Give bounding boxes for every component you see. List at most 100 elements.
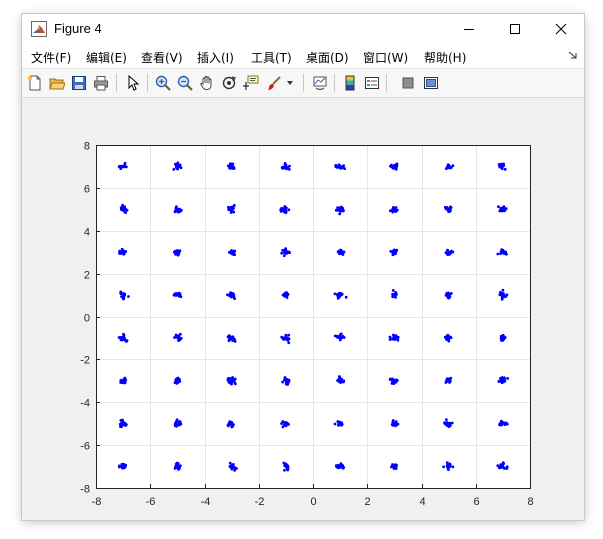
toolbar-separator: [334, 74, 335, 92]
data-point: [499, 162, 502, 166]
data-point: [333, 334, 337, 338]
data-point: [499, 250, 503, 254]
data-point: [450, 421, 454, 425]
menu-expand-arrow-icon[interactable]: [568, 50, 578, 60]
data-point: [122, 334, 126, 337]
data-point: [500, 206, 504, 210]
data-point: [174, 333, 178, 337]
x-tick-label: 6: [473, 496, 479, 508]
data-point: [448, 335, 452, 339]
pointer-button[interactable]: [123, 73, 143, 93]
data-point: [396, 335, 400, 339]
data-point: [337, 291, 341, 295]
x-tick-label: 8: [527, 496, 533, 508]
data-point: [341, 253, 345, 256]
brush-dropdown[interactable]: [284, 73, 296, 93]
menu-tools[interactable]: 工具(T): [251, 49, 292, 66]
menu-insert[interactable]: 插入(I): [197, 49, 234, 66]
menu-edit[interactable]: 编辑(E): [86, 49, 127, 66]
x-tick-label: 4: [419, 496, 425, 508]
data-point: [395, 379, 399, 382]
data-point: [394, 465, 398, 469]
data-point: [232, 167, 236, 170]
data-point: [339, 332, 343, 336]
y-tick-label: 8: [84, 141, 90, 153]
save-icon: [72, 76, 86, 90]
show-plot-tools-button[interactable]: [421, 73, 441, 93]
data-point: [287, 341, 291, 345]
data-point: [175, 377, 179, 380]
data-point: [174, 462, 178, 466]
data-point: [175, 380, 179, 384]
data-point: [288, 164, 291, 168]
link-plot-button[interactable]: [310, 73, 330, 93]
data-point: [284, 464, 287, 468]
data-point: [391, 289, 395, 292]
brush-button[interactable]: [264, 73, 284, 93]
new-figure-icon: [27, 75, 41, 91]
minimize-button[interactable]: [446, 14, 492, 44]
data-point: [497, 380, 501, 383]
data-point: [175, 465, 179, 469]
new-figure-button[interactable]: [25, 73, 45, 93]
open-file-button[interactable]: [47, 73, 67, 93]
data-point: [283, 378, 286, 382]
zoom-in-button[interactable]: [153, 73, 173, 93]
print-button[interactable]: [91, 73, 111, 93]
data-point: [341, 466, 345, 470]
colorbar-button[interactable]: [340, 73, 360, 93]
y-tick-label: -6: [80, 441, 90, 453]
data-point: [502, 380, 506, 384]
data-point: [233, 253, 237, 257]
data-point: [177, 339, 181, 343]
save-button[interactable]: [69, 73, 89, 93]
data-point: [496, 205, 500, 209]
title-bar[interactable]: Figure 4: [22, 14, 584, 44]
data-point: [447, 209, 450, 213]
data-point: [391, 207, 395, 211]
rotate-3d-button[interactable]: [219, 73, 239, 93]
data-cursor-icon: [243, 75, 259, 90]
y-tick-label: 6: [84, 184, 90, 196]
data-point: [287, 251, 291, 254]
menu-desktop[interactable]: 桌面(D): [306, 49, 349, 66]
data-point: [287, 167, 291, 171]
data-point: [230, 166, 234, 169]
data-point: [229, 208, 233, 212]
data-point: [119, 464, 123, 468]
data-point: [334, 208, 338, 212]
data-point: [176, 161, 180, 165]
data-point: [451, 465, 455, 469]
menu-help[interactable]: 帮助(H): [424, 49, 466, 66]
data-point: [174, 424, 177, 427]
close-button[interactable]: [538, 14, 584, 44]
menu-file[interactable]: 文件(F): [31, 49, 71, 66]
data-point: [233, 469, 237, 472]
data-point: [391, 253, 395, 257]
hide-plot-tools-button[interactable]: [398, 73, 418, 93]
y-tick-label: 2: [84, 270, 90, 282]
brush-icon: [268, 76, 281, 90]
data-point: [502, 421, 506, 425]
data-point: [501, 288, 505, 292]
data-point: [119, 252, 122, 256]
data-point: [337, 377, 341, 381]
data-point: [449, 250, 453, 254]
data-point: [231, 292, 234, 296]
menu-view[interactable]: 查看(V): [141, 49, 183, 66]
data-point: [123, 161, 127, 165]
zoom-out-button[interactable]: [175, 73, 195, 93]
legend-button[interactable]: [362, 73, 382, 93]
data-point: [506, 377, 510, 380]
hide-plot-tools-icon: [402, 77, 414, 89]
pan-button[interactable]: [197, 73, 217, 93]
data-point: [229, 422, 233, 426]
data-cursor-button[interactable]: [241, 73, 261, 93]
legend-icon: [365, 77, 379, 89]
data-point: [447, 464, 451, 468]
data-point: [284, 248, 287, 252]
scatter-plot[interactable]: -8 -6 -4 -2 0 2 4 6 8 -8 -6 -4 -2 0 2 4 6 8: [22, 98, 584, 520]
maximize-button[interactable]: [492, 14, 538, 44]
data-point: [337, 295, 341, 299]
menu-window[interactable]: 窗口(W): [363, 49, 408, 66]
